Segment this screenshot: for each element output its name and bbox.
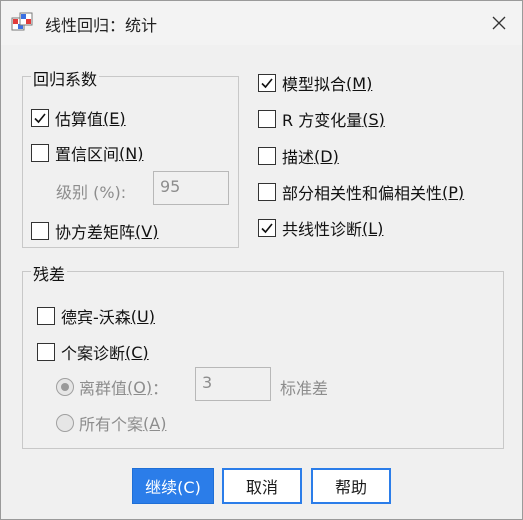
covariance-matrix-key: (V) xyxy=(135,221,159,241)
outliers-std-value: 3 xyxy=(202,373,213,392)
model-fit-checkbox[interactable]: 模型拟合 (M) xyxy=(258,71,372,95)
casewise-key: (C) xyxy=(125,342,149,362)
window-title: 线性回归：统计 xyxy=(45,16,158,35)
checkbox-box xyxy=(258,183,276,201)
cancel-button-label: 取消 xyxy=(245,478,278,497)
residuals-label: 残差 xyxy=(31,261,68,285)
level-label: 级别 (%): xyxy=(56,179,126,203)
outliers-std-input[interactable]: 3 xyxy=(195,367,271,401)
checkbox-box xyxy=(258,110,276,128)
dialog-window: 线性回归：统计 回归系数 估算值 (E) 置信区间 (N) 级别 (%): 95 协… xyxy=(0,0,523,520)
descriptives-checkbox[interactable]: 描述 (D) xyxy=(258,144,339,168)
outliers-key: (O) xyxy=(127,377,153,397)
all-cases-label: 所有个案 xyxy=(79,415,144,434)
casewise-label: 个案诊断 xyxy=(61,344,126,363)
check-icon xyxy=(34,113,46,124)
close-icon xyxy=(492,16,506,30)
part-partial-label: 部分相关性和偏相关性 xyxy=(282,184,443,203)
checkbox-box xyxy=(258,147,276,165)
checkbox-box xyxy=(37,307,55,325)
continue-button[interactable]: 继续(C) xyxy=(132,468,214,504)
covariance-matrix-label: 协方差矩阵 xyxy=(55,223,136,242)
r-squared-change-label: R 方变化量 xyxy=(282,111,363,130)
close-button[interactable] xyxy=(476,1,522,45)
collinearity-key: (L) xyxy=(362,218,384,238)
check-icon xyxy=(261,78,273,89)
spss-app-icon xyxy=(11,12,33,32)
outliers-label: 离群值 xyxy=(79,379,128,398)
all-cases-key: (A) xyxy=(143,413,167,433)
checkbox-box xyxy=(258,219,276,237)
model-fit-key: (M) xyxy=(346,73,373,93)
checkbox-box xyxy=(31,144,49,162)
level-label-text: 级别 (%): xyxy=(56,183,127,202)
descriptives-label: 描述 xyxy=(282,148,315,167)
confidence-intervals-label: 置信区间 xyxy=(55,145,120,164)
continue-button-label: 继续(C) xyxy=(145,478,201,497)
checkbox-box xyxy=(258,74,276,92)
durbin-watson-checkbox[interactable]: 德宾-沃森 (U) xyxy=(37,304,155,328)
durbin-watson-key: (U) xyxy=(130,306,155,326)
durbin-watson-label: 德宾-沃森 xyxy=(61,308,131,327)
level-input[interactable]: 95 xyxy=(153,171,229,205)
radio-selected-dot xyxy=(61,383,69,391)
collinearity-label: 共线性诊断 xyxy=(282,220,363,239)
confidence-intervals-checkbox[interactable]: 置信区间 (N) xyxy=(31,141,143,165)
covariance-matrix-checkbox[interactable]: 协方差矩阵 (V) xyxy=(31,219,158,243)
estimates-label: 估算值 xyxy=(55,110,104,129)
check-icon xyxy=(261,223,273,234)
title-bar: 线性回归：统计 xyxy=(1,1,522,45)
cancel-button[interactable]: 取消 xyxy=(222,468,302,504)
r-squared-change-key: (S) xyxy=(362,109,385,129)
estimates-checkbox[interactable]: 估算值 (E) xyxy=(31,106,126,130)
radio-button xyxy=(56,414,74,432)
estimates-key: (E) xyxy=(103,108,126,128)
checkbox-box xyxy=(37,343,55,361)
std-dev-unit-label: 标准差 xyxy=(280,375,328,399)
confidence-intervals-key: (N) xyxy=(119,143,144,163)
all-cases-radio[interactable]: 所有个案 (A) xyxy=(56,411,166,435)
outliers-suffix: ： xyxy=(152,379,169,398)
regression-coefficients-label: 回归系数 xyxy=(31,66,100,90)
casewise-diagnostics-checkbox[interactable]: 个案诊断 (C) xyxy=(37,340,149,364)
checkbox-box xyxy=(31,222,49,240)
part-partial-correlations-checkbox[interactable]: 部分相关性和偏相关性 (P) xyxy=(258,180,464,204)
r-squared-change-checkbox[interactable]: R 方变化量 (S) xyxy=(258,107,385,131)
descriptives-key: (D) xyxy=(314,146,339,166)
model-fit-label: 模型拟合 xyxy=(282,75,347,94)
help-button-label: 帮助 xyxy=(334,478,367,497)
std-dev-unit-text: 标准差 xyxy=(280,379,329,398)
checkbox-box xyxy=(31,109,49,127)
level-input-value: 95 xyxy=(160,177,181,196)
outliers-radio[interactable]: 离群值 (O)： xyxy=(56,375,168,399)
collinearity-diagnostics-checkbox[interactable]: 共线性诊断 (L) xyxy=(258,216,383,240)
part-partial-key: (P) xyxy=(442,182,465,202)
help-button[interactable]: 帮助 xyxy=(311,468,391,504)
radio-button xyxy=(56,378,74,396)
